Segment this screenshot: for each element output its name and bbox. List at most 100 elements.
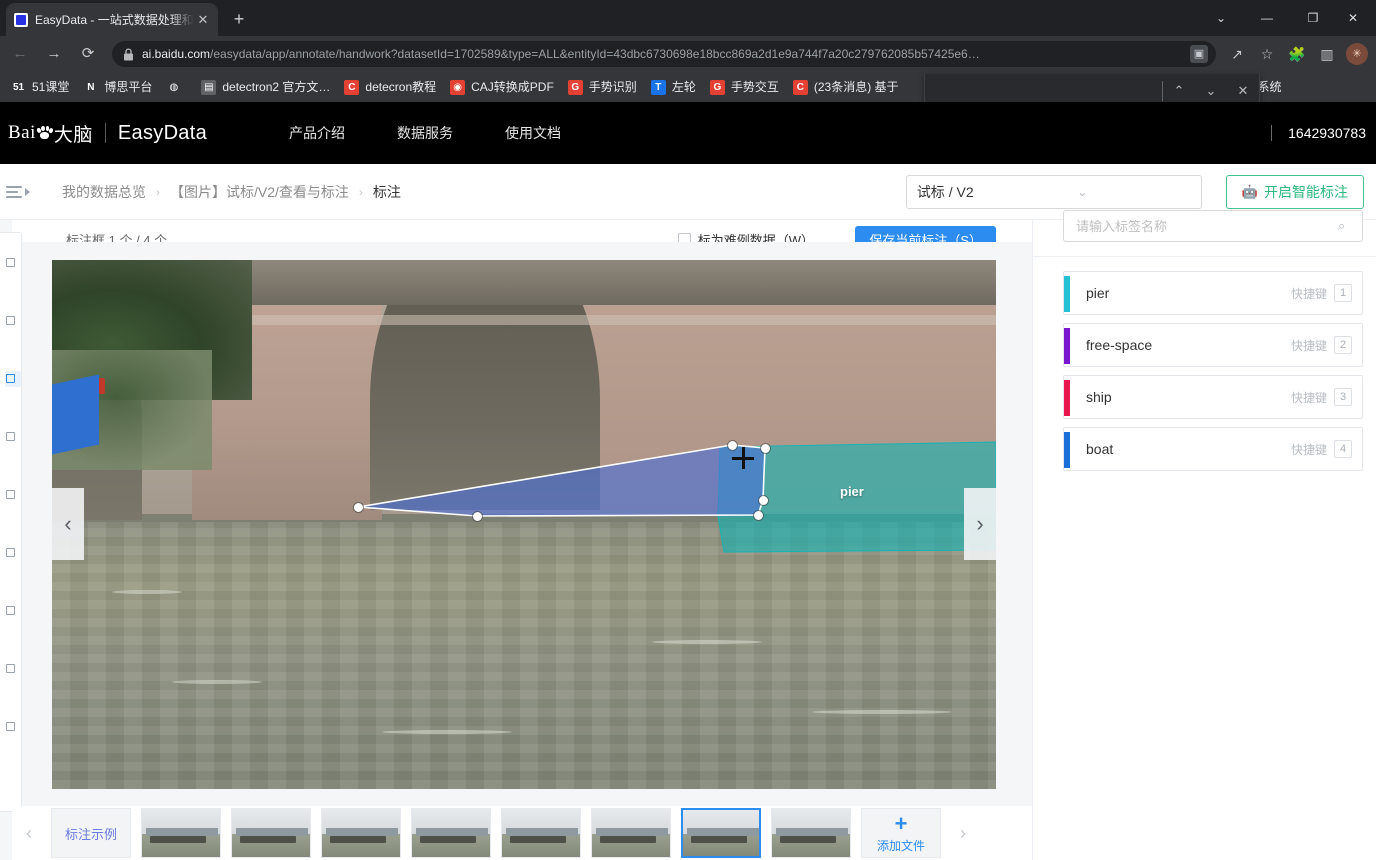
thumbnail-item[interactable] (681, 808, 761, 858)
minimize-icon[interactable]: — (1244, 0, 1290, 36)
polygon-vertex[interactable] (472, 511, 482, 521)
bookmark-item[interactable]: C (23条消息) 基于 (786, 76, 906, 98)
thumb-vessel (510, 835, 566, 843)
address-bar[interactable]: ai.baidu.com/easydata/app/annotate/handw… (112, 41, 1216, 67)
redo-tool[interactable] (5, 661, 21, 677)
thumbnail-item[interactable] (591, 808, 671, 858)
breadcrumb-item-3: 标注 (372, 183, 401, 200)
annotation-canvas[interactable]: pier (52, 260, 996, 789)
hotkey-key: 1 (1334, 284, 1352, 302)
qr-code-icon[interactable]: ▣ (1190, 45, 1208, 63)
breadcrumb-item-1[interactable]: 我的数据总览 (62, 182, 146, 202)
label-item-boat[interactable]: boat 快捷键 4 (1063, 427, 1363, 471)
dataset-version-select[interactable]: 试标 / V2 ⌄ (905, 174, 1202, 209)
dataset-version-value: 试标 / V2 (916, 183, 974, 200)
forward-icon[interactable]: → (40, 40, 68, 68)
reload-icon[interactable]: ⟳ (74, 40, 102, 68)
tab-search-icon[interactable]: ⌄ (1198, 0, 1244, 36)
back-icon[interactable]: ← (6, 40, 34, 68)
site-nav-item-1[interactable]: 产品介绍 (263, 123, 371, 143)
bookmark-item[interactable]: Cdetecron教程 (337, 76, 443, 98)
polygon-tool[interactable] (5, 371, 21, 387)
thumbnail-item[interactable] (501, 808, 581, 858)
boat-polygon-shape[interactable] (357, 444, 766, 517)
rect-tool[interactable] (5, 313, 21, 329)
bookmark-label: 51课堂 (32, 80, 70, 94)
thumbnail-prev-button[interactable]: ‹ (12, 808, 46, 858)
save-annotation-button[interactable]: 保存当前标注（S） (855, 226, 996, 242)
user-id-label[interactable]: 1642930783 (1288, 125, 1366, 141)
bookmark-item[interactable]: G 手势交互 (703, 76, 786, 98)
breadcrumb: 我的数据总览 › 【图片】试标/V2/查看与标注 › 标注 (62, 182, 401, 202)
checkbox-box (677, 233, 691, 242)
lock-icon (124, 47, 133, 60)
start-smart-annotation-button[interactable]: 🤖 开启智能标注 (1225, 174, 1364, 209)
side-panel-icon[interactable]: ▥ (1314, 41, 1340, 67)
annotation-example-thumb[interactable]: 标注示例 (51, 808, 131, 858)
tab-close-icon[interactable]: ✕ (194, 11, 212, 29)
magic-tool[interactable] (5, 545, 21, 561)
bookmark-item[interactable]: T 左轮 (644, 76, 703, 98)
site-nav-item-2[interactable]: 数据服务 (371, 123, 479, 143)
label-search-input[interactable] (1074, 217, 1338, 235)
polygon-vertex[interactable] (353, 502, 363, 512)
bookmark-51ketang-icon: 51 (11, 79, 26, 95)
breadcrumb-item-2[interactable]: 【图片】试标/V2/查看与标注 (170, 182, 349, 202)
polygon-vertex[interactable] (760, 443, 770, 453)
drag-tool[interactable] (5, 255, 21, 271)
eraser-tool[interactable] (5, 487, 21, 503)
label-item-free-space[interactable]: free-space 快捷键 2 (1063, 323, 1363, 367)
annotation-workspace: 标注框 1 个 / 4 个 标为难例数据（W） 保存当前标注（S） pier ‹… (0, 210, 1376, 860)
brand-baidu-left: Bai (8, 122, 36, 143)
bookmark-item[interactable]: ▤ detectron2 官方文… (194, 76, 337, 98)
thumb-vessel (600, 835, 656, 843)
thumbnail-next-button[interactable]: › (946, 808, 980, 858)
next-image-button[interactable]: › (964, 488, 996, 560)
thumbnail-item[interactable] (771, 808, 851, 858)
label-search-box[interactable]: ⌕ (1063, 210, 1363, 242)
previous-image-button[interactable]: ‹ (52, 488, 84, 560)
site-nav-item-3[interactable]: 使用文档 (479, 123, 587, 143)
breadcrumb-separator: › (358, 184, 363, 199)
bookmark-item[interactable]: ◍ (159, 76, 194, 98)
hotkey-key: 3 (1334, 388, 1352, 406)
chevron-down-icon: ⌄ (1077, 184, 1088, 199)
mark-difficult-checkbox[interactable]: 标为难例数据（W） (677, 230, 814, 242)
brush-tool[interactable] (5, 429, 21, 445)
thumbnail-item[interactable] (411, 808, 491, 858)
label-item-pier[interactable]: pier 快捷键 1 (1063, 271, 1363, 315)
bookmark-item[interactable]: G 手势识别 (561, 76, 644, 98)
pier-polygon-label: pier (840, 484, 864, 499)
undo-tool[interactable] (5, 603, 21, 619)
add-file-button[interactable]: + 添加文件 (861, 808, 941, 858)
polygon-vertex[interactable] (758, 495, 768, 505)
annotation-overlay (357, 441, 996, 553)
browser-tab[interactable]: EasyData - 一站式数据处理和服务平台 ✕ (6, 3, 218, 36)
collapse-menu-icon[interactable] (6, 183, 30, 201)
label-item-ship[interactable]: ship 快捷键 3 (1063, 375, 1363, 419)
thumbnail-item[interactable] (231, 808, 311, 858)
delete-tool[interactable] (5, 719, 21, 735)
polygon-vertex[interactable] (753, 510, 763, 520)
bookmark-bosi-icon: N (83, 79, 99, 95)
share-icon[interactable]: ↗ (1224, 41, 1250, 67)
brand-logo[interactable]: Bai 大脑 EasyData (8, 120, 207, 147)
new-tab-button[interactable]: + (226, 6, 252, 32)
bookmark-item[interactable]: 51 51课堂 (4, 76, 76, 98)
window-close-icon[interactable]: ✕ (1330, 0, 1376, 36)
bookmark-item[interactable]: ◉ CAJ转换成PDF (443, 76, 561, 98)
annotation-toolbar: 标注框 1 个 / 4 个 标为难例数据（W） 保存当前标注（S） (12, 220, 1032, 242)
bookmark-label: detecron教程 (365, 80, 437, 94)
url-host: ai.baidu.com (142, 47, 211, 61)
tool-rail (0, 232, 22, 812)
brush-tool-glyph (6, 432, 15, 441)
thumbnail-item[interactable] (141, 808, 221, 858)
bookmark-csdn-icon: C (344, 79, 360, 95)
extensions-icon[interactable]: 🧩 (1284, 41, 1310, 67)
bookmark-star-icon[interactable]: ☆ (1254, 41, 1280, 67)
profile-avatar[interactable]: ✳ (1346, 43, 1368, 65)
label-name: ship (1086, 389, 1112, 405)
thumbnail-item[interactable] (321, 808, 401, 858)
bookmark-label: CAJ转换成PDF (471, 80, 554, 94)
bookmark-item[interactable]: N 博思平台 (76, 76, 159, 98)
